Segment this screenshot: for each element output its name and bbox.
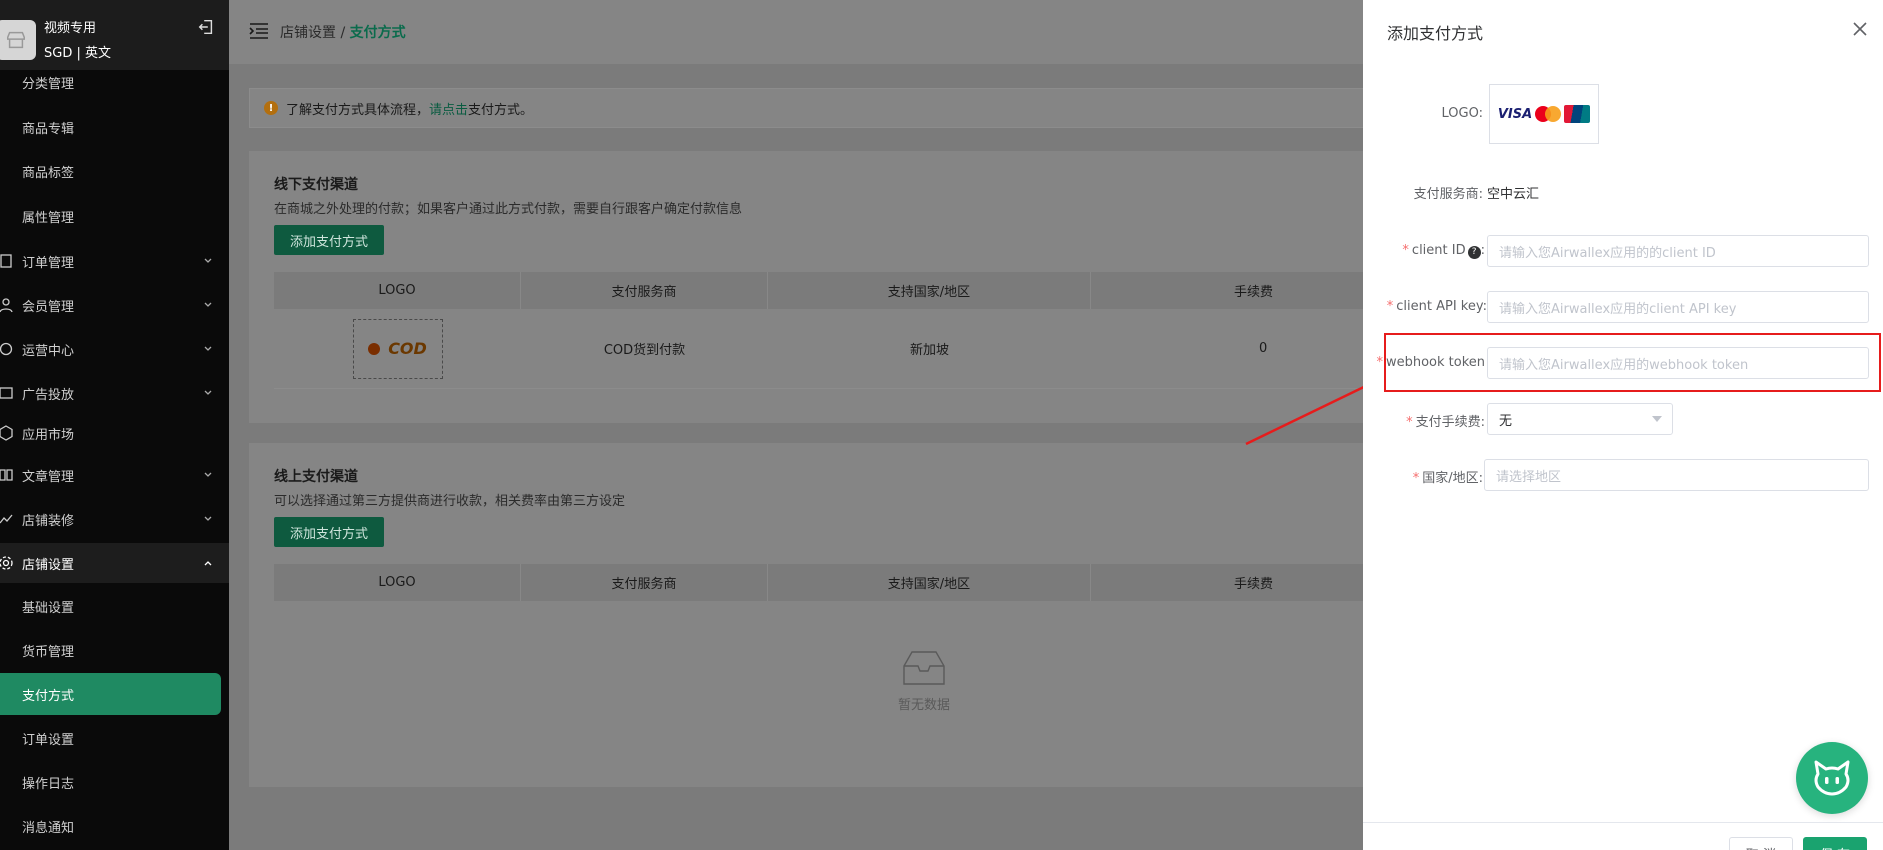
client-id-input[interactable]: 请输入您Airwallex应用的的client ID [1487,235,1869,267]
sidebar-item-members[interactable]: 会员管理 [0,285,229,325]
sidebar-item-attributes[interactable]: 属性管理 [0,196,229,236]
fee-label: * 支付手续费: [1406,415,1485,430]
sidebar-item-app-market[interactable]: 应用市场 [0,413,229,453]
empty-inbox-icon [903,651,945,685]
order-icon [0,254,12,268]
sidebar-item-orders[interactable]: 订单管理 [0,241,229,281]
sidebar-item-ads[interactable]: 广告投放 [0,373,229,413]
region-label: * 国家/地区: [1412,471,1483,486]
col-provider: 支付服务商 [521,564,768,601]
offline-title: 线下支付渠道 [274,177,358,193]
help-icon[interactable]: ? [1467,246,1481,259]
provider-label: 支付服务商: [1413,187,1483,202]
col-region: 支持国家/地区 [768,564,1091,601]
client-id-label: * client ID?: [1402,243,1485,259]
warning-icon: ! [264,101,278,115]
app-market-icon [0,425,13,441]
payment-logo: VISA [1489,84,1599,144]
row-provider: COD货到付款 [603,343,686,358]
store-name: 视频专用 [44,21,97,36]
store-avatar[interactable] [0,20,36,60]
drawer-title: 添加支付方式 [1387,24,1484,43]
cod-logo: COD [352,318,443,379]
add-offline-payment-button[interactable]: 添加支付方式 [274,225,385,255]
sidebar-item-tags[interactable]: 商品标签 [0,151,229,191]
chevron-down-icon [204,258,212,263]
chat-support-button[interactable] [1796,742,1868,814]
empty-text: 暂无数据 [897,698,950,713]
breadcrumb-separator: / [336,25,350,41]
ad-icon [0,387,13,399]
col-logo: LOGO [274,272,521,309]
sidebar-item-album[interactable]: 商品专辑 [0,107,229,147]
sidebar-item-articles[interactable]: 文章管理 [0,455,229,495]
chevron-up-icon [204,561,212,566]
chevron-down-icon [204,390,212,395]
decorate-icon [0,514,13,524]
sidebar-item-notifications[interactable]: 消息通知 [0,806,229,846]
cod-logo-text: COD [388,339,427,358]
api-key-input[interactable]: 请输入您Airwallex应用的client API key [1487,291,1869,323]
col-region: 支持国家/地区 [768,272,1091,309]
sidebar-item-operations[interactable]: 运营中心 [0,329,229,369]
sidebar-item-payment-methods[interactable]: 支付方式 [0,673,221,715]
notice-text: 了解支付方式具体流程， [286,102,430,118]
api-key-label: * client API key: [1386,299,1487,314]
annotation-highlight-box [1384,333,1881,392]
add-payment-drawer: 添加支付方式 LOGO: VISA 支付服务商: 空中云汇 * client ID… [1363,0,1883,850]
cat-chat-icon [1814,760,1850,796]
sidebar-item-operation-log[interactable]: 操作日志 [0,762,229,802]
provider-value: 空中云汇 [1487,187,1540,202]
sidebar-item-currency[interactable]: 货币管理 [0,630,229,670]
mastercard-icon [1535,106,1562,122]
breadcrumb-current: 支付方式 [349,25,406,41]
sidebar-item-category[interactable]: 分类管理 [0,62,229,102]
chevron-down-icon [204,302,212,307]
unionpay-icon [1564,105,1591,123]
chevron-down-icon [204,346,212,351]
col-logo: LOGO [274,564,521,601]
operation-icon [0,342,13,356]
caret-down-icon [1652,416,1662,422]
notice-text-end: 支付方式。 [468,102,534,118]
member-icon [0,298,13,313]
collapse-menu-icon[interactable] [249,22,269,40]
chevron-down-icon [204,516,212,521]
offline-description: 在商城之外处理的付款；如果客户通过此方式付款，需要自行跟客户确定付款信息 [274,202,743,217]
region-select[interactable]: 请选择地区 [1484,459,1869,491]
article-icon [0,469,13,481]
visa-logo: VISA [1497,106,1533,122]
cod-dot-icon [368,342,381,355]
logo-label: LOGO: [1441,106,1483,121]
sidebar: 视频专用 SGD | 英文 分类管理 商品专辑 商品标签 属性管理 订单管理 会… [0,0,229,850]
sidebar-item-decoration[interactable]: 店铺装修 [0,499,229,539]
add-online-payment-button[interactable]: 添加支付方式 [274,517,385,547]
close-icon[interactable] [1851,20,1869,38]
breadcrumb: 店铺设置 / 支付方式 [280,22,406,42]
sidebar-item-store-settings[interactable]: 店铺设置 [0,543,229,583]
row-region: 新加坡 [909,343,949,358]
chevron-down-icon [204,472,212,477]
save-button[interactable]: 保 存 [1803,837,1867,850]
breadcrumb-parent[interactable]: 店铺设置 [280,25,336,41]
fee-select-value: 无 [1499,413,1513,429]
cancel-button[interactable]: 取 消 [1729,837,1793,850]
sidebar-item-basic-settings[interactable]: 基础设置 [0,586,229,626]
store-currency-language[interactable]: SGD | 英文 [44,42,111,61]
notice-link[interactable]: 请点击 [429,99,468,118]
online-description: 可以选择通过第三方提供商进行收款，相关费率由第三方设定 [274,494,626,509]
online-title: 线上支付渠道 [274,469,358,485]
sidebar-item-order-settings[interactable]: 订单设置 [0,718,229,758]
settings-icon [0,556,13,570]
store-icon [7,31,25,49]
drawer-footer: 取 消 保 存 [1363,822,1883,850]
logout-icon[interactable] [197,18,215,36]
fee-select[interactable]: 无 [1487,403,1673,435]
store-header: 视频专用 SGD | 英文 [0,0,229,70]
col-provider: 支付服务商 [521,272,768,309]
